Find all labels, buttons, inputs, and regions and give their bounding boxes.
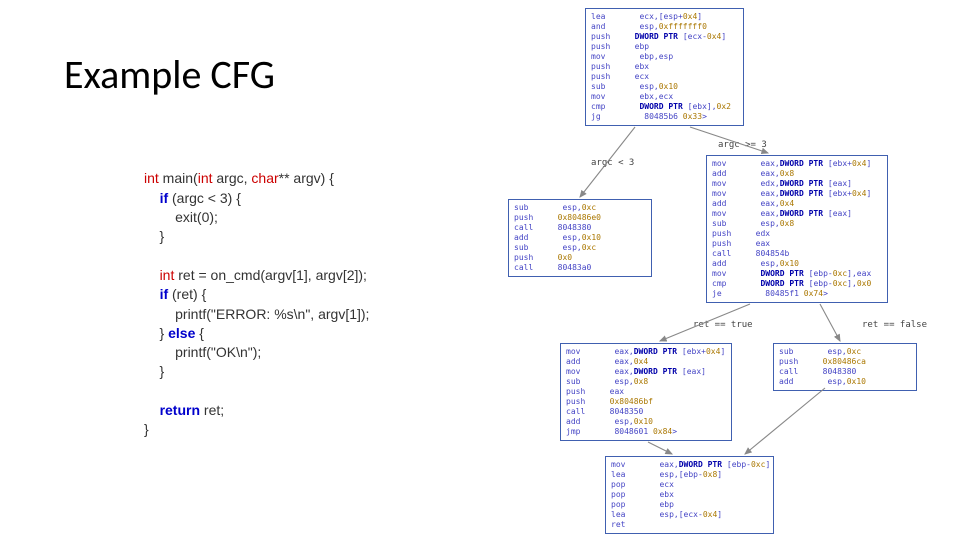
cfg-block-entry: lea ecx,[esp+0x4] and esp,0xfffffff0 pus… bbox=[585, 8, 744, 126]
cfg-block-ok: sub esp,0xc push 0x80486ca call 8048380 … bbox=[773, 343, 917, 391]
cfg-block-err: mov eax,DWORD PTR [ebx+0x4] add eax,0x4 … bbox=[560, 343, 732, 441]
cfg-block-ret: mov eax,DWORD PTR [ebp-0xc] lea esp,[ebp… bbox=[605, 456, 774, 534]
edge-label-argc-ge3: argc >= 3 bbox=[718, 140, 767, 150]
edge-label-ret-true: ret == true bbox=[693, 320, 753, 330]
cfg-block-exit0: sub esp,0xc push 0x80486e0 call 8048380 … bbox=[508, 199, 652, 277]
page-title: Example CFG bbox=[64, 50, 275, 99]
cfg-block-oncmd: mov eax,DWORD PTR [ebx+0x4] add eax,0x8 … bbox=[706, 155, 888, 303]
edge-label-ret-false: ret == false bbox=[862, 320, 927, 330]
edge-label-argc-lt3: argc < 3 bbox=[591, 158, 634, 168]
source-code: int main(int argc, char** argv) { if (ar… bbox=[144, 150, 369, 440]
